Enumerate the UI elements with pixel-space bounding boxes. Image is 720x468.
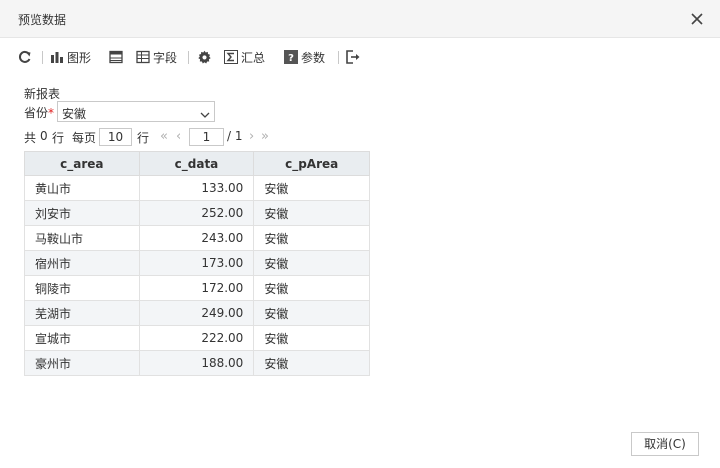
- total-count: 0: [40, 129, 48, 143]
- cell-parea: 安徽: [253, 275, 370, 301]
- chart-label: 图形: [67, 50, 92, 65]
- params-button[interactable]: ? 参数: [284, 46, 325, 68]
- chevron-down-icon: [200, 108, 210, 122]
- cell-area: 芜湖市: [24, 300, 140, 326]
- per-page-input[interactable]: 10: [99, 128, 132, 146]
- refresh-icon: [18, 50, 32, 64]
- table-row: 芜湖市 249.00 安徽: [24, 300, 370, 326]
- refresh-button[interactable]: [18, 46, 32, 68]
- cell-parea: 安徽: [253, 300, 370, 326]
- settings-button[interactable]: [197, 46, 212, 68]
- per-page-label: 每页: [72, 131, 97, 145]
- chart-button[interactable]: 图形: [50, 46, 91, 68]
- page-total: / 1: [227, 129, 243, 143]
- column-header-c-parea[interactable]: c_pArea: [253, 151, 370, 176]
- gear-icon: [197, 50, 212, 65]
- table-view-icon: [109, 50, 123, 64]
- cell-data: 188.00: [138, 350, 255, 376]
- cell-parea: 安徽: [253, 350, 370, 376]
- toolbar-separator: [188, 51, 189, 64]
- cell-area: 宣城市: [24, 325, 140, 351]
- page-input[interactable]: 1: [189, 128, 224, 146]
- cell-area: 铜陵市: [24, 275, 140, 301]
- dialog-titlebar: 预览数据: [0, 0, 720, 38]
- province-label: 省份*: [24, 104, 54, 121]
- report-name: 新报表: [24, 87, 61, 101]
- help-icon: ?: [284, 50, 298, 64]
- last-page-button[interactable]: »: [261, 129, 269, 144]
- province-select-value: 安徽: [62, 107, 87, 121]
- first-page-button[interactable]: «: [160, 129, 168, 144]
- cell-area: 黄山市: [24, 175, 140, 201]
- cell-data: 243.00: [138, 225, 255, 251]
- cell-parea: 安徽: [253, 250, 370, 276]
- export-button[interactable]: [346, 46, 361, 68]
- cell-parea: 安徽: [253, 225, 370, 251]
- svg-text:?: ?: [288, 53, 294, 64]
- per-page-unit: 行: [137, 131, 150, 145]
- cell-data: 249.00: [138, 300, 255, 326]
- export-icon: [346, 50, 361, 64]
- close-icon[interactable]: [689, 11, 705, 27]
- table-row: 铜陵市 172.00 安徽: [24, 275, 370, 301]
- data-table: c_area c_data c_pArea 黄山市 133.00 安徽 刘安市 …: [24, 151, 370, 376]
- table-header-row: c_area c_data c_pArea: [24, 151, 370, 176]
- cell-parea: 安徽: [253, 175, 370, 201]
- table-view-button[interactable]: [109, 46, 123, 68]
- table-row: 黄山市 133.00 安徽: [24, 175, 370, 201]
- total-suffix: 行: [52, 131, 65, 145]
- cell-area: 宿州市: [24, 250, 140, 276]
- bar-chart-icon: [50, 50, 64, 64]
- dialog-title: 预览数据: [18, 13, 67, 27]
- cell-area: 刘安市: [24, 200, 140, 226]
- cell-data: 172.00: [138, 275, 255, 301]
- toolbar-separator: [338, 51, 339, 64]
- cancel-button[interactable]: 取消(C): [631, 432, 699, 456]
- toolbar-separator: [42, 51, 43, 64]
- province-label-text: 省份: [24, 106, 49, 120]
- cell-data: 222.00: [138, 325, 255, 351]
- prev-page-button[interactable]: ‹: [176, 129, 181, 144]
- table-row: 刘安市 252.00 安徽: [24, 200, 370, 226]
- toolbar: 图形 字段 汇总 ? 参数: [18, 46, 698, 68]
- cell-data: 173.00: [138, 250, 255, 276]
- fields-label: 字段: [153, 50, 178, 65]
- summary-label: 汇总: [241, 50, 266, 65]
- cell-data: 252.00: [138, 200, 255, 226]
- table-row: 宣城市 222.00 安徽: [24, 325, 370, 351]
- params-label: 参数: [301, 50, 326, 65]
- total-prefix: 共: [24, 131, 37, 145]
- province-select[interactable]: 安徽: [57, 101, 215, 122]
- fields-button[interactable]: 字段: [136, 46, 177, 68]
- cell-area: 豪州市: [24, 350, 140, 376]
- cell-parea: 安徽: [253, 325, 370, 351]
- column-header-c-data[interactable]: c_data: [138, 151, 255, 176]
- cell-data: 133.00: [138, 175, 255, 201]
- cell-parea: 安徽: [253, 200, 370, 226]
- column-header-c-area[interactable]: c_area: [24, 151, 140, 176]
- required-mark: *: [48, 106, 55, 120]
- summary-button[interactable]: 汇总: [224, 46, 265, 68]
- fields-icon: [136, 50, 150, 64]
- next-page-button[interactable]: ›: [249, 129, 254, 144]
- table-row: 宿州市 173.00 安徽: [24, 250, 370, 276]
- cell-area: 马鞍山市: [24, 225, 140, 251]
- table-row: 豪州市 188.00 安徽: [24, 350, 370, 376]
- pager: 共 0 行 每页 10 行 « ‹ 1 / 1 › »: [24, 128, 364, 146]
- sigma-icon: [224, 50, 238, 64]
- table-row: 马鞍山市 243.00 安徽: [24, 225, 370, 251]
